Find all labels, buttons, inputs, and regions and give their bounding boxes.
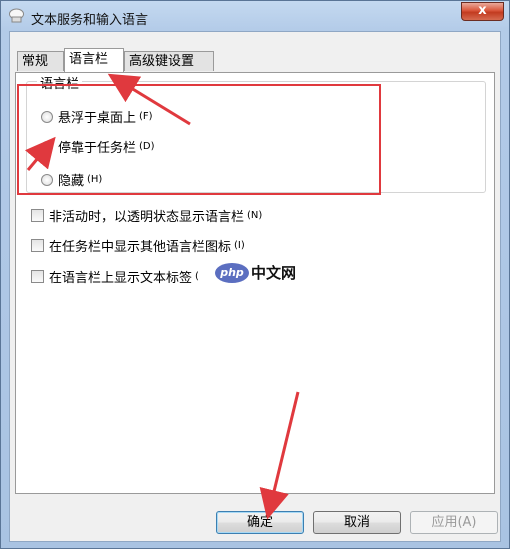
- close-button[interactable]: x: [461, 2, 504, 21]
- checkbox-label: 在语言栏上显示文本标签: [49, 271, 193, 286]
- shortcut-hint: (F): [139, 111, 153, 122]
- cancel-button[interactable]: 取消: [313, 511, 401, 534]
- window-title: 文本服务和输入语言: [31, 13, 149, 28]
- ok-button[interactable]: 确定: [216, 511, 304, 534]
- shortcut-hint: (N): [247, 210, 263, 221]
- shortcut-hint: (: [195, 271, 199, 282]
- radio-hidden[interactable]: 隐藏 (H): [41, 170, 102, 189]
- button-label: 应用(A): [431, 515, 477, 530]
- tab-language-bar[interactable]: 语言栏: [64, 48, 124, 72]
- tab-advanced-key-settings[interactable]: 高级键设置: [124, 51, 214, 71]
- checkbox[interactable]: [31, 270, 44, 283]
- watermark: php 中文网: [215, 262, 296, 283]
- checkbox-transparent-when-inactive[interactable]: 非活动时，以透明状态显示语言栏 (N): [31, 206, 262, 225]
- tab-label: 高级键设置: [129, 54, 195, 69]
- button-label: 取消: [343, 515, 370, 530]
- radio-label: 悬浮于桌面上: [58, 111, 137, 126]
- radio-button[interactable]: [41, 110, 53, 123]
- checkbox-show-text-labels[interactable]: 在语言栏上显示文本标签 (: [31, 267, 199, 286]
- shortcut-hint: (I): [234, 240, 245, 251]
- shortcut-hint: (H): [87, 174, 103, 185]
- radio-button-selected[interactable]: [41, 140, 53, 153]
- keyboard-icon: [9, 8, 24, 23]
- watermark-text: 中文网: [251, 264, 297, 282]
- tab-label: 语言栏: [69, 52, 109, 67]
- close-icon: x: [478, 3, 487, 18]
- group-label: 语言栏: [37, 73, 83, 92]
- shortcut-hint: (D): [139, 141, 155, 152]
- checkbox-label: 在任务栏中显示其他语言栏图标: [49, 240, 232, 255]
- radio-button[interactable]: [41, 173, 53, 186]
- checkbox-show-extra-icons[interactable]: 在任务栏中显示其他语言栏图标 (I): [31, 236, 245, 255]
- tab-label: 常规: [22, 54, 49, 69]
- checkbox-label: 非活动时，以透明状态显示语言栏: [49, 210, 245, 225]
- checkbox[interactable]: [31, 209, 44, 222]
- checkbox[interactable]: [31, 239, 44, 252]
- dialog-client-area: 常规 语言栏 高级键设置 语言栏 悬浮于桌面上 (F) 停靠于任务栏 (D) 隐…: [9, 31, 501, 542]
- apply-button: 应用(A): [410, 511, 498, 534]
- radio-label: 隐藏: [58, 174, 85, 189]
- radio-float-on-desktop[interactable]: 悬浮于桌面上 (F): [41, 107, 153, 126]
- tab-panel: 语言栏 悬浮于桌面上 (F) 停靠于任务栏 (D) 隐藏 (H) 非活动时，以透…: [15, 72, 495, 494]
- radio-label: 停靠于任务栏: [58, 141, 137, 156]
- button-label: 确定: [246, 515, 273, 530]
- radio-dock-in-taskbar[interactable]: 停靠于任务栏 (D): [41, 137, 155, 156]
- title-bar[interactable]: 文本服务和输入语言 x: [1, 1, 509, 31]
- php-logo: php: [215, 262, 249, 283]
- tab-general[interactable]: 常规: [17, 51, 64, 71]
